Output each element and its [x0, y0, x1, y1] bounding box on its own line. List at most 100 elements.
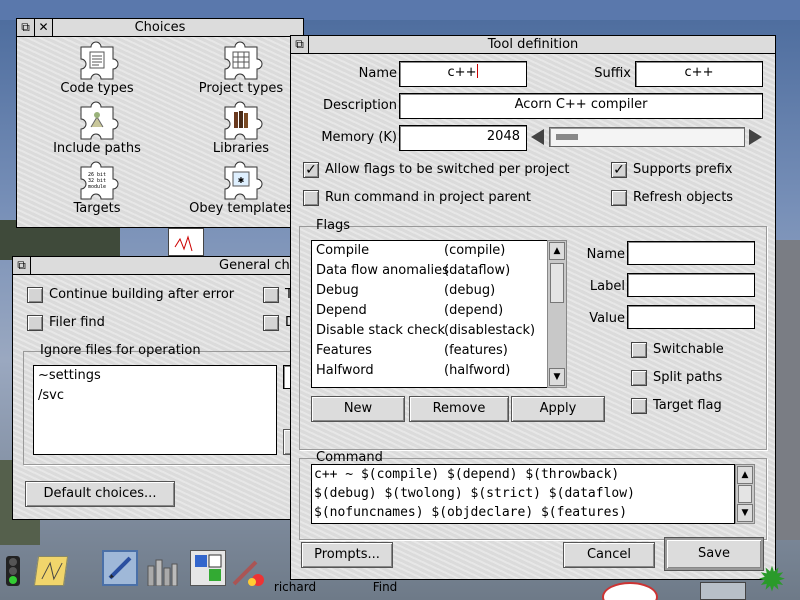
paint-icon[interactable] — [190, 550, 226, 586]
traffic-light-icon[interactable] — [6, 556, 20, 586]
ignore-files-list[interactable]: ~settings /svc — [33, 365, 277, 455]
refresh-objects-checkbox[interactable] — [611, 190, 627, 206]
libraries-icon[interactable] — [219, 99, 263, 143]
flag-row[interactable]: Data flow anomalies (dataflow) — [312, 261, 548, 281]
command-line: $(nofuncnames) $(objdeclare) $(features) — [314, 505, 628, 520]
back-icon[interactable]: ⧉ — [17, 19, 35, 36]
switchable-label: Switchable — [653, 342, 724, 357]
flag-row[interactable]: Depend (depend) — [312, 301, 548, 321]
memory-field[interactable]: 2048 — [399, 125, 527, 151]
target-flag-checkbox[interactable] — [631, 398, 647, 414]
scroll-down-arrow[interactable]: ▼ — [737, 504, 753, 522]
name-value: c++ — [447, 65, 477, 80]
command-scrollbar[interactable]: ▲ ▼ — [735, 464, 755, 524]
partial-checkbox-2[interactable] — [263, 315, 279, 331]
continue-building-label: Continue building after error — [49, 287, 235, 302]
scroll-thumb[interactable] — [550, 263, 564, 303]
choices-body: Code types Project types Include paths L… — [17, 37, 303, 227]
back-icon[interactable]: ⧉ — [13, 257, 31, 274]
flags-scrollbar[interactable]: ▲ ▼ — [547, 240, 567, 388]
targets-label: Targets — [73, 201, 121, 216]
choices-titlebar[interactable]: ⧉ ✕ Choices — [17, 19, 303, 37]
scroll-up-arrow[interactable]: ▲ — [549, 242, 565, 260]
allow-flags-checkbox[interactable]: ✓ — [303, 162, 319, 178]
puzzle-small-icon[interactable] — [232, 558, 266, 588]
general-titlebar[interactable]: ⧉ General cho — [13, 257, 311, 275]
command-group-title: Command — [316, 450, 383, 465]
scroll-thumb[interactable] — [738, 485, 752, 503]
continue-building-checkbox[interactable] — [27, 287, 43, 303]
flag-key: (depend) — [444, 303, 504, 318]
notepad-icon[interactable] — [33, 556, 69, 586]
apply-button[interactable]: Apply — [511, 396, 605, 422]
find-label[interactable]: Find — [360, 580, 410, 594]
command-textarea[interactable]: c++ ~ $(compile) $(depend) $(throwback) … — [311, 464, 735, 524]
back-icon[interactable]: ⧉ — [291, 36, 309, 53]
flag-row[interactable]: Compile (compile) — [312, 241, 548, 261]
default-choices-button[interactable]: Default choices... — [25, 481, 175, 507]
obey-templates-icon[interactable]: ✱ — [219, 159, 263, 203]
name-field[interactable]: c++ — [399, 61, 527, 87]
filer-find-checkbox[interactable] — [27, 315, 43, 331]
flag-name: Halfword — [316, 363, 374, 378]
suffix-field[interactable]: c++ — [635, 61, 763, 87]
description-field[interactable]: Acorn C++ compiler — [399, 93, 763, 119]
memory-decrease-arrow[interactable] — [531, 129, 544, 145]
split-paths-label: Split paths — [653, 370, 723, 385]
richard-label[interactable]: richard — [270, 580, 320, 594]
flag-row[interactable]: Features (features) — [312, 341, 548, 361]
split-paths-checkbox[interactable] — [631, 370, 647, 386]
flag-value-field[interactable] — [627, 305, 755, 329]
filer-find-label: Filer find — [49, 315, 105, 330]
chart-icon[interactable] — [146, 556, 178, 587]
flags-list[interactable]: Compile (compile) Data flow anomalies (dat… — [311, 240, 549, 388]
flag-name: Features — [316, 343, 372, 358]
partial-checkbox-1[interactable] — [263, 287, 279, 303]
desktop-backdrop — [0, 0, 800, 20]
run-command-checkbox[interactable] — [303, 190, 319, 206]
flag-label-field[interactable] — [627, 273, 755, 297]
flag-row[interactable]: Disable stack check (disablestack) — [312, 321, 548, 341]
list-item[interactable]: /svc — [34, 386, 276, 406]
monitor-icon[interactable] — [700, 582, 746, 600]
switchable-checkbox[interactable] — [631, 342, 647, 358]
new-button[interactable]: New — [311, 396, 405, 422]
svg-text:✱: ✱ — [238, 176, 245, 185]
amber-light — [9, 567, 17, 575]
scroll-up-arrow[interactable]: ▲ — [737, 466, 753, 484]
iconbar: richard Find ✹ — [0, 542, 800, 600]
tool-titlebar[interactable]: ⧉ Tool definition — [291, 36, 775, 54]
pen-icon[interactable] — [102, 550, 138, 586]
refresh-objects-label: Refresh objects — [633, 190, 734, 205]
list-item[interactable]: ~settings — [34, 366, 276, 386]
flag-row[interactable]: Debug (debug) — [312, 281, 548, 301]
memory-increase-arrow[interactable] — [749, 129, 762, 145]
ignore-files-title: Ignore files for operation — [40, 343, 201, 358]
flag-row[interactable]: Halfword (halfword) — [312, 361, 548, 381]
flag-name-field[interactable] — [627, 241, 755, 265]
flag-key: (disablestack) — [444, 323, 536, 338]
flag-key: (debug) — [444, 283, 496, 298]
project-types-label: Project types — [198, 81, 284, 96]
code-types-label: Code types — [60, 81, 134, 96]
remove-button[interactable]: Remove — [409, 396, 509, 422]
project-types-icon[interactable] — [219, 39, 263, 83]
memory-slider[interactable] — [549, 127, 745, 147]
clock-icon[interactable] — [602, 582, 658, 600]
flags-group-title: Flags — [316, 218, 351, 233]
targets-icon[interactable]: 26 bit 32 bit module — [75, 159, 119, 203]
flag-value-label: Value — [589, 311, 625, 326]
supports-prefix-checkbox[interactable]: ✓ — [611, 162, 627, 178]
suffix-label: Suffix — [594, 66, 631, 81]
close-icon[interactable]: ✕ — [35, 19, 53, 36]
scroll-down-arrow[interactable]: ▼ — [549, 368, 565, 386]
flag-name: Disable stack check — [316, 323, 446, 338]
flag-name: Debug — [316, 283, 359, 298]
include-paths-label: Include paths — [53, 141, 141, 156]
flag-key: (halfword) — [444, 363, 511, 378]
code-types-icon[interactable] — [75, 39, 119, 83]
include-paths-icon[interactable] — [75, 99, 119, 143]
gear-icon[interactable]: ✹ — [752, 560, 792, 600]
choices-title: Choices — [134, 20, 186, 35]
flag-name: Data flow anomalies — [316, 263, 449, 278]
